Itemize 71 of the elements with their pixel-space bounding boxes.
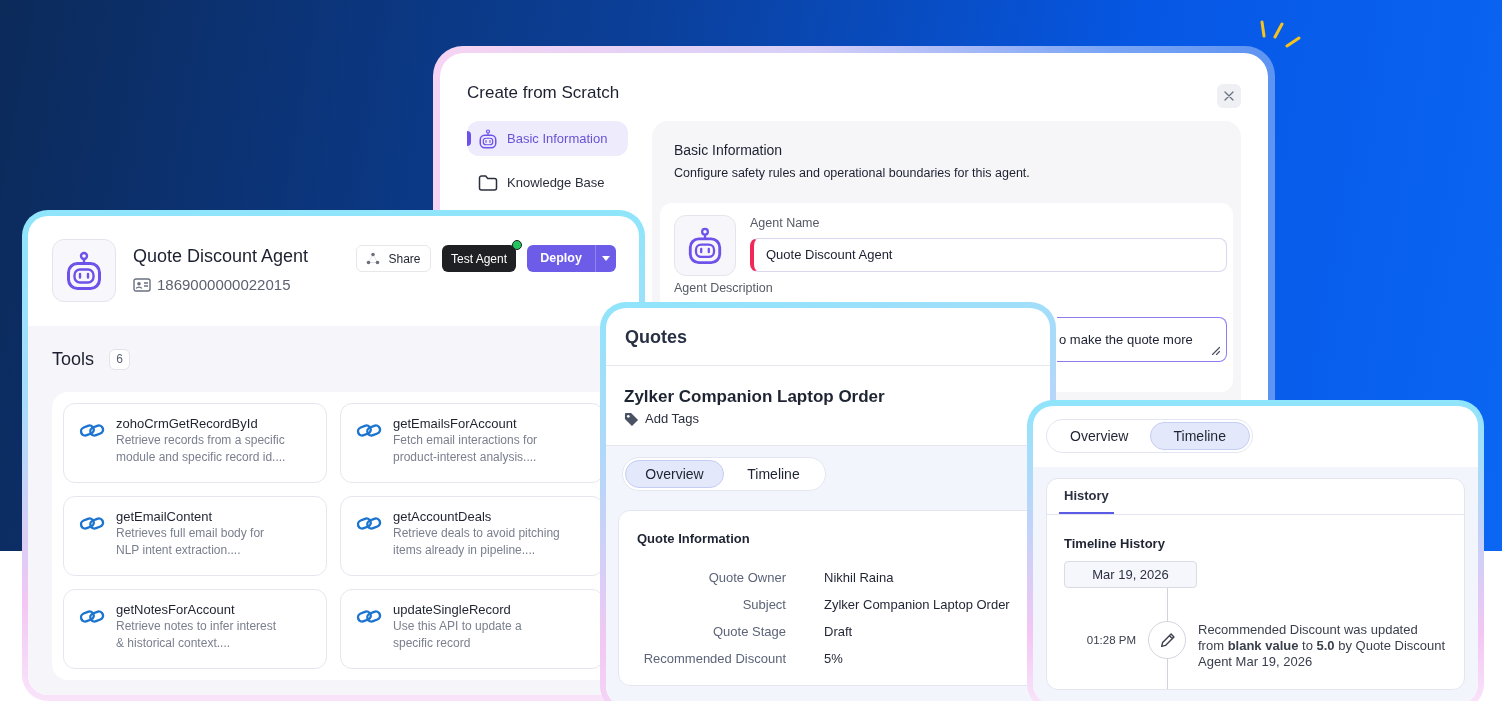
link-icon: [356, 515, 382, 532]
event-description: Recommended Discount was updated from blank value to 5.0 by Quote Discount Agent Mar 19, 2026: [1198, 622, 1447, 670]
agent-name: Quote Discount Agent: [133, 245, 309, 267]
date-chip: Mar 19, 2026: [1064, 561, 1197, 588]
nav-item[interactable]: Knowledge Base: [467, 165, 628, 200]
window-title: Create from Scratch: [467, 82, 620, 104]
field-label: Subject: [742, 596, 786, 614]
section-description: Configure safety rules and operational boundaries for this agent.: [673, 165, 1031, 181]
robot-icon: [674, 215, 736, 276]
history-tab[interactable]: History: [1059, 480, 1114, 514]
tool-description: Use this API to update a specific record: [393, 618, 523, 652]
tool-name: getEmailContent: [116, 509, 213, 525]
count-badge: 6: [109, 348, 131, 370]
tag-icon: [624, 411, 639, 427]
dropdown-button[interactable]: [595, 245, 616, 272]
field-value: Draft: [824, 623, 853, 641]
tool-description: Retrieves full email body for NLP intent extraction....: [116, 525, 266, 559]
sparkle-icon: [1258, 20, 1302, 50]
tool-description: Retrieve notes to infer interest & historical context....: [116, 618, 278, 652]
field-label: Agent Description: [674, 280, 773, 296]
add-tags-button[interactable]: Add Tags: [624, 411, 699, 427]
tool-card[interactable]: getEmailContent Retrieves full email body for NLP intent extraction....: [63, 496, 327, 576]
section-title: Tools: [52, 348, 95, 370]
field-label: Recommended Discount: [643, 650, 786, 668]
share-icon: [366, 252, 381, 265]
tab[interactable]: Timeline: [1149, 422, 1250, 450]
nav-item[interactable]: Basic Information: [467, 121, 628, 156]
tab[interactable]: Overview: [1049, 422, 1150, 450]
section-title: Basic Information: [673, 141, 784, 159]
tool-name: zohoCrmGetRecordById: [116, 416, 258, 432]
resize-grip-icon: [1210, 345, 1220, 355]
robot-icon: [478, 128, 498, 149]
field-value: 5%: [824, 650, 843, 668]
field-value: Zylker Companion Laptop Order: [824, 596, 1010, 614]
field-value: Nikhil Raina: [824, 569, 894, 587]
link-icon: [79, 515, 105, 532]
section-title: Timeline History: [1064, 536, 1165, 552]
link-icon: [79, 422, 105, 439]
test-agent-button[interactable]: Test Agent: [442, 245, 516, 272]
tool-card[interactable]: zohoCrmGetRecordById Retrieve records from a specific module and specific record id....: [63, 403, 327, 483]
tab[interactable]: Timeline: [724, 460, 823, 488]
field-label: Quote Stage: [713, 623, 786, 641]
field-label: Agent Name: [750, 215, 820, 231]
tool-name: getEmailsForAccount: [393, 416, 517, 432]
folder-icon: [478, 173, 498, 192]
agent-name-field[interactable]: Quote Discount Agent: [750, 238, 1227, 272]
share-button[interactable]: Share: [356, 245, 431, 272]
description-field[interactable]: o make the quote more: [1057, 317, 1227, 362]
tool-description: Retrieve records from a specific module and specific record id....: [116, 432, 286, 466]
event-time: 01:28 PM: [1086, 633, 1136, 648]
link-icon: [356, 422, 382, 439]
agent-id: 1869000000022015: [157, 276, 291, 294]
tool-description: Retrieve deals to avoid pitching items already in pipeline....: [393, 525, 561, 559]
caret-icon: [602, 256, 610, 261]
id-card-icon: [133, 278, 151, 292]
field-label: Quote Owner: [708, 569, 786, 587]
card-title: Quote Information: [637, 531, 750, 547]
tool-card[interactable]: getNotesForAccount Retrieve notes to infer interest & historical context....: [63, 589, 327, 669]
tool-name: getNotesForAccount: [116, 602, 235, 618]
deploy-button[interactable]: Deploy: [527, 245, 595, 272]
tool-name: getAccountDeals: [393, 509, 492, 525]
tool-description: Fetch email interactions for product-interest analysis....: [393, 432, 539, 466]
panel-title: Quotes: [625, 325, 687, 348]
close-icon: [1224, 91, 1234, 101]
link-icon: [79, 608, 105, 625]
robot-icon: [52, 239, 116, 302]
close-button[interactable]: [1217, 84, 1241, 108]
record-title: Zylker Companion Laptop Order: [624, 386, 885, 408]
tab[interactable]: Overview: [625, 460, 724, 488]
link-icon: [356, 608, 382, 625]
tool-name: updateSingleRecord: [393, 602, 511, 618]
